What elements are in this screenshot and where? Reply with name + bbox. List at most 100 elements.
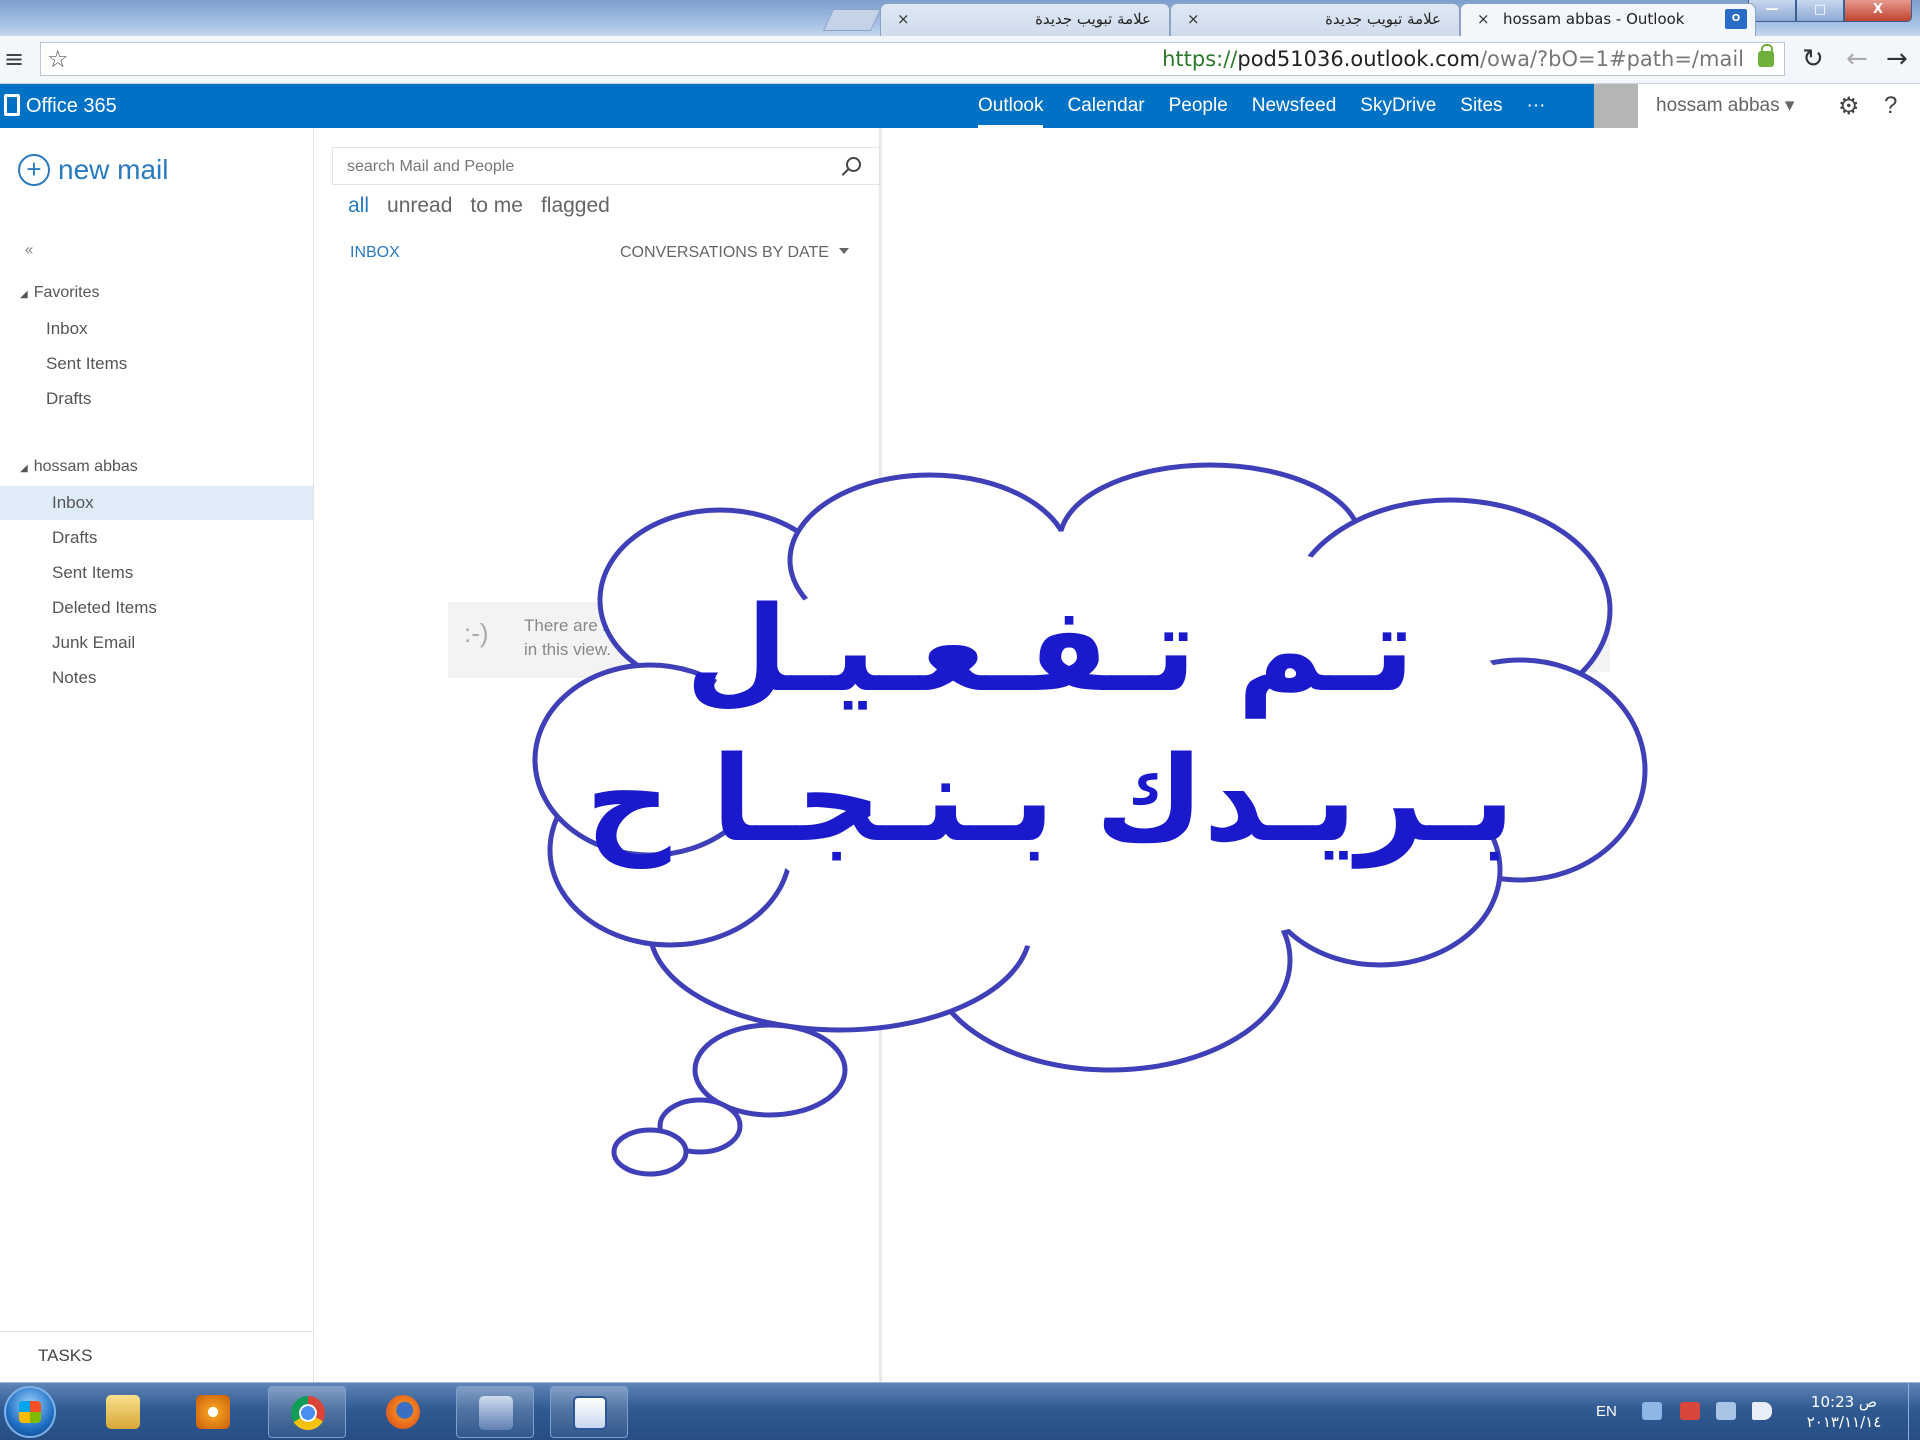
explorer-taskbar-button[interactable] [84, 1386, 162, 1438]
smiley-icon: :-) [464, 618, 489, 648]
url-host: pod51036.outlook.com [1237, 47, 1480, 71]
folder-junk-email[interactable]: Junk Email [0, 626, 313, 660]
chevron-down-icon [838, 248, 849, 254]
message-list: search Mail and People all unread to me … [314, 128, 882, 1382]
action-center-icon[interactable] [1680, 1402, 1700, 1420]
nav-people[interactable]: People [1169, 84, 1228, 128]
firefox-taskbar-button[interactable] [364, 1386, 442, 1438]
menu-icon[interactable]: ≡ [4, 47, 24, 71]
display-tray-icon[interactable] [1716, 1402, 1736, 1420]
nav-newsfeed[interactable]: Newsfeed [1252, 84, 1337, 128]
tasks-link[interactable]: TASKS [0, 1331, 313, 1366]
back-icon[interactable]: ← [1846, 44, 1868, 74]
brand-label: Office 365 [26, 95, 117, 117]
folder-title[interactable]: INBOX [350, 244, 400, 262]
network-taskbar-button[interactable] [456, 1386, 534, 1438]
chrome-icon [291, 1396, 325, 1430]
expand-triangle-icon: ◢ [20, 289, 28, 300]
word-icon [573, 1396, 607, 1430]
tab-close-icon[interactable]: × [897, 4, 910, 35]
filter-bar: all unread to me flagged [348, 194, 628, 218]
office-icon [4, 94, 20, 116]
folder-drafts[interactable]: Drafts [0, 521, 313, 555]
folder-inbox[interactable]: Inbox [0, 486, 313, 520]
favorites-inbox[interactable]: Inbox [0, 312, 313, 346]
tab-close-icon[interactable]: × [1187, 4, 1200, 35]
media-player-icon [196, 1395, 230, 1429]
reload-icon[interactable]: ↻ [1802, 44, 1824, 74]
tab-new-1[interactable]: × علامة تبويب جديدة [1170, 3, 1460, 36]
filter-unread[interactable]: unread [387, 194, 452, 218]
empty-list-text: There are no items to show in this view. [524, 616, 730, 659]
clock-date: ٢٠١٣/١١/١٤ [1806, 1413, 1882, 1431]
filter-to-me[interactable]: to me [470, 194, 523, 218]
system-clock[interactable]: 10:23 ص ٢٠١٣/١١/١٤ [1798, 1392, 1890, 1432]
network-tray-icon[interactable] [1642, 1402, 1662, 1420]
new-mail-button[interactable]: + new mail [18, 154, 168, 186]
volume-icon[interactable] [1752, 1402, 1772, 1420]
filter-flagged[interactable]: flagged [541, 194, 610, 218]
favorites-sent-items[interactable]: Sent Items [0, 347, 313, 381]
collapse-icon[interactable]: « [24, 240, 34, 259]
sort-dropdown[interactable]: CONVERSATIONS BY DATE [620, 244, 849, 262]
tab-title: علامة تبويب جديدة [1035, 10, 1151, 28]
folder-notes[interactable]: Notes [0, 661, 313, 695]
tab-title: hossam abbas - Outlook [1503, 10, 1685, 28]
empty-reading-notice: There are no items to show in this view. [1228, 610, 1610, 672]
folder-deleted-items[interactable]: Deleted Items [0, 591, 313, 625]
forward-icon[interactable]: → [1886, 44, 1908, 74]
office365-logo[interactable]: Office 365 [4, 84, 117, 128]
network-icon [479, 1396, 513, 1430]
address-input[interactable]: ☆ https://pod51036.outlook.com/owa/?bO=1… [40, 42, 1785, 76]
firefox-icon [386, 1395, 420, 1429]
language-indicator[interactable]: EN [1596, 1383, 1617, 1440]
folder-sent-items[interactable]: Sent Items [0, 556, 313, 590]
browser-titlebar: × علامة تبويب جديدة × علامة تبويب جديدة … [0, 0, 1920, 36]
empty-reading-text: There are no items to show in this view. [1256, 631, 1554, 650]
filter-all[interactable]: all [348, 194, 369, 218]
tab-close-icon[interactable]: × [1477, 4, 1490, 35]
favorites-label: Favorites [33, 284, 100, 301]
search-placeholder: search Mail and People [347, 158, 515, 175]
sort-label: CONVERSATIONS BY DATE [620, 244, 829, 261]
start-button[interactable] [4, 1386, 56, 1438]
plus-icon: + [18, 154, 50, 186]
nav-outlook[interactable]: Outlook [978, 84, 1044, 128]
windows-taskbar: EN 10:23 ص ٢٠١٣/١١/١٤ [0, 1382, 1920, 1440]
star-icon[interactable]: ☆ [47, 45, 69, 73]
url-scheme: https:// [1162, 47, 1238, 71]
new-mail-label: new mail [58, 154, 169, 185]
help-icon[interactable]: ? [1884, 84, 1897, 128]
url-text: https://pod51036.outlook.com/owa/?bO=1#p… [1162, 43, 1744, 75]
suite-nav: Outlook Calendar People Newsfeed SkyDriv… [978, 84, 1570, 128]
avatar [1594, 84, 1638, 128]
chrome-taskbar-button[interactable] [268, 1386, 346, 1438]
favorites-drafts[interactable]: Drafts [0, 382, 313, 416]
lock-icon [1758, 44, 1774, 67]
folder-icon [106, 1395, 140, 1429]
word-taskbar-button[interactable] [550, 1386, 628, 1438]
nav-skydrive[interactable]: SkyDrive [1360, 84, 1436, 128]
nav-calendar[interactable]: Calendar [1067, 84, 1144, 128]
favorites-header[interactable]: ◢ Favorites [20, 284, 100, 302]
maximize-button[interactable]: □ [1796, 0, 1844, 22]
suite-bar: Office 365 Outlook Calendar People Newsf… [0, 84, 1920, 128]
tab-outlook[interactable]: × hossam abbas - Outlook O [1460, 3, 1756, 36]
close-button[interactable]: X [1844, 0, 1912, 22]
mailbox-label: hossam abbas [33, 458, 138, 475]
new-tab-button[interactable] [822, 9, 882, 31]
clock-time: 10:23 ص [1810, 1393, 1878, 1411]
media-player-taskbar-button[interactable] [174, 1386, 252, 1438]
tab-new-2[interactable]: × علامة تبويب جديدة [880, 3, 1170, 36]
address-toolbar: ≡ ☆ https://pod51036.outlook.com/owa/?bO… [0, 36, 1920, 84]
folder-pane: + new mail « ◢ Favorites Inbox Sent Items… [0, 128, 314, 1382]
nav-more-icon[interactable]: ··· [1527, 84, 1546, 128]
mailbox-header[interactable]: ◢ hossam abbas [20, 458, 138, 476]
outlook-icon: O [1725, 9, 1747, 29]
nav-sites[interactable]: Sites [1460, 84, 1502, 128]
search-icon[interactable] [846, 157, 861, 172]
search-input[interactable]: search Mail and People [332, 147, 880, 185]
gear-icon[interactable]: ⚙ [1838, 84, 1860, 128]
user-menu[interactable]: hossam abbas ▾ [1656, 84, 1794, 128]
show-desktop-button[interactable] [1908, 1383, 1920, 1440]
